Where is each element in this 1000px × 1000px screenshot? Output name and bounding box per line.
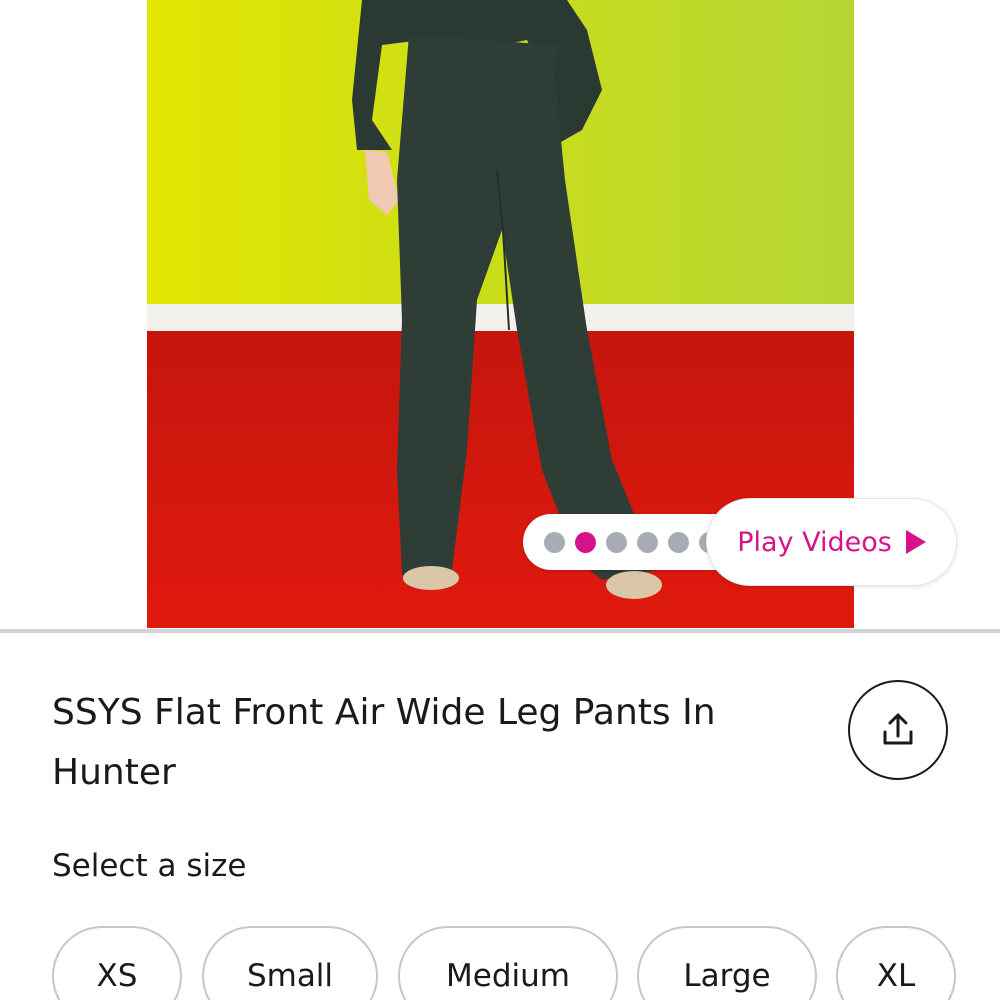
size-option-medium[interactable]: Medium <box>398 926 618 1000</box>
carousel-dot[interactable] <box>543 531 565 553</box>
play-videos-label: Play Videos <box>737 526 892 558</box>
size-option-xs[interactable]: XS <box>52 926 182 1000</box>
carousel-dot[interactable] <box>636 531 658 553</box>
product-title: SSYS Flat Front Air Wide Leg Pants In Hu… <box>52 692 716 793</box>
carousel-dot[interactable] <box>574 531 596 553</box>
product-page: Play Videos SSYS Flat Front Air Wide Leg… <box>0 0 1000 1000</box>
size-option-large[interactable]: Large <box>637 926 817 1000</box>
section-divider <box>0 629 1000 633</box>
share-icon <box>883 713 913 745</box>
carousel-dot[interactable] <box>605 531 627 553</box>
play-videos-button[interactable]: Play Videos <box>706 498 957 586</box>
share-button[interactable] <box>848 680 948 780</box>
play-icon <box>905 530 926 554</box>
carousel-dot[interactable] <box>667 531 689 553</box>
size-option-xl[interactable]: XL <box>836 926 956 1000</box>
select-size-label: Select a size <box>52 848 247 884</box>
size-option-small[interactable]: Small <box>202 926 378 1000</box>
